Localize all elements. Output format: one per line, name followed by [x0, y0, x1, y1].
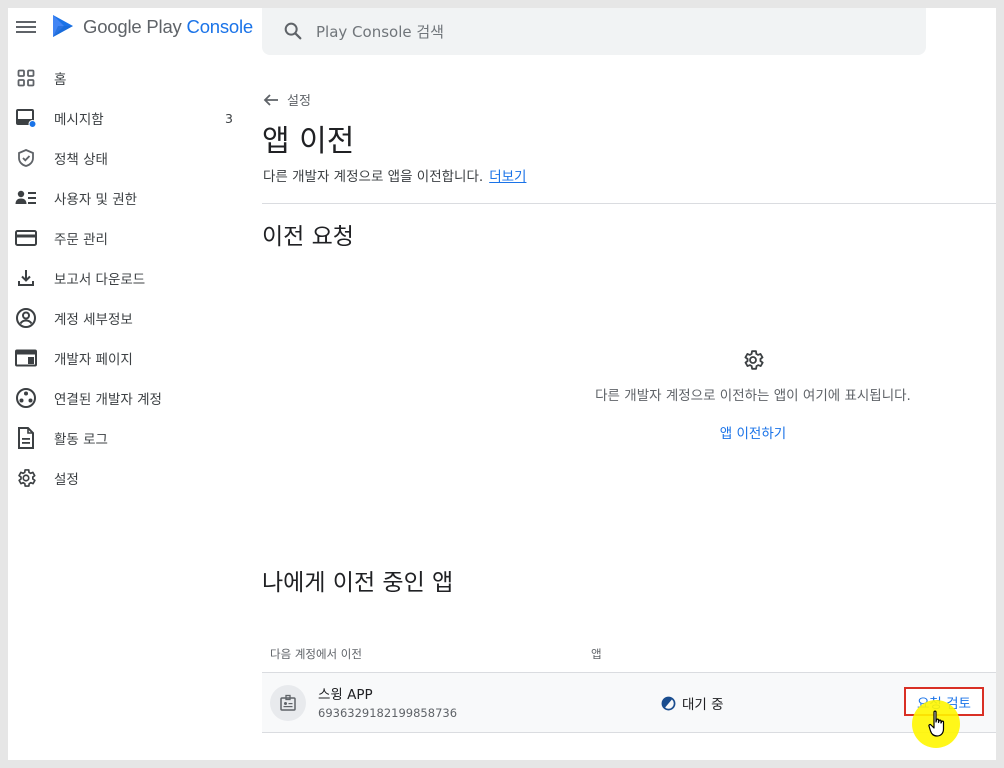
account-circle-icon [15, 307, 37, 329]
sidebar-item-home[interactable]: 홈 [8, 58, 262, 98]
transfer-app-link[interactable]: 앱 이전하기 [720, 422, 786, 442]
document-icon [15, 427, 37, 449]
menu-icon[interactable] [16, 18, 36, 36]
pending-icon [661, 696, 676, 710]
sidebar-item-label: 계정 세부정보 [54, 312, 133, 328]
sidebar-item-label: 메시지함 [54, 112, 104, 128]
back-link[interactable]: 설정 [263, 90, 311, 109]
sidebar-item-label: 설정 [54, 472, 79, 488]
gear-icon [15, 467, 37, 489]
page-description: 다른 개발자 계정으로 앱을 이전합니다. 더보기 [263, 165, 526, 185]
sidebar-item-label: 사용자 및 권한 [54, 192, 138, 208]
status-label: 대기 중 [682, 697, 724, 713]
sidebar-item-order-management[interactable]: 주문 관리 [8, 218, 262, 258]
users-icon [15, 187, 37, 209]
empty-state-text: 다른 개발자 계정으로 이전하는 앱이 여기에 표시됩니다. [595, 388, 911, 404]
credit-card-icon [15, 227, 37, 249]
sidebar-item-label: 주문 관리 [54, 232, 108, 248]
status-badge: 대기 중 [661, 693, 724, 713]
play-console-logo-icon [53, 15, 73, 37]
sidebar-item-download-reports[interactable]: 보고서 다운로드 [8, 258, 262, 298]
transfer-requests-heading: 이전 요청 [262, 224, 354, 250]
app-name: 스윙 APP [318, 687, 373, 703]
shield-check-icon [15, 147, 37, 169]
download-icon [15, 267, 37, 289]
page-description-text: 다른 개발자 계정으로 앱을 이전합니다. [263, 169, 484, 185]
learn-more-link[interactable]: 더보기 [489, 169, 526, 185]
sidebar-item-label: 개발자 페이지 [54, 352, 133, 368]
sidebar-item-label: 활동 로그 [54, 432, 108, 448]
grid-icon [15, 67, 37, 89]
sidebar-item-linked-developer-accounts[interactable]: 연결된 개발자 계정 [8, 378, 262, 418]
search-bar[interactable] [262, 8, 926, 55]
hand-pointer-icon [928, 710, 945, 737]
brand-logo: Google Play Console [83, 16, 254, 37]
incoming-transfers-heading: 나에게 이전 중인 앱 [262, 570, 454, 596]
sidebar-item-activity-log[interactable]: 활동 로그 [8, 418, 262, 458]
breadcrumb: 설정 [287, 94, 311, 109]
column-header-app: 앱 [591, 647, 602, 661]
arrow-left-icon [263, 93, 278, 106]
sidebar-item-label: 정책 상태 [54, 152, 108, 168]
app-avatar [270, 685, 306, 721]
inbox-icon [15, 107, 37, 129]
sidebar-item-policy-status[interactable]: 정책 상태 [8, 138, 262, 178]
sidebar-item-settings[interactable]: 설정 [8, 458, 262, 498]
app-id: 6936329182199858736 [318, 706, 458, 720]
column-header-source-account: 다음 계정에서 이전 [270, 647, 362, 661]
sidebar: 홈 메시지함 3 정책 상태 사용자 및 권한 주문 관리 보고서 다운로드 계… [8, 58, 262, 498]
sidebar-item-users-permissions[interactable]: 사용자 및 권한 [8, 178, 262, 218]
unread-count-badge: 3 [225, 110, 233, 126]
sidebar-item-account-details[interactable]: 계정 세부정보 [8, 298, 262, 338]
table-header: 다음 계정에서 이전 앱 [262, 633, 996, 673]
sidebar-item-developer-page[interactable]: 개발자 페이지 [8, 338, 262, 378]
id-badge-icon [280, 694, 296, 711]
sidebar-item-inbox[interactable]: 메시지함 3 [8, 98, 262, 138]
table-row[interactable]: 스윙 APP 6936329182199858736 대기 중 요청 검토 [262, 673, 996, 733]
search-input[interactable] [316, 18, 876, 46]
gear-icon [744, 350, 764, 370]
search-icon[interactable] [282, 20, 304, 42]
app-window: Google Play Console 홈 메시지함 3 정책 상 [8, 8, 996, 760]
web-page-icon [15, 347, 37, 369]
linked-accounts-icon [15, 387, 37, 409]
sidebar-item-label: 홈 [54, 72, 67, 88]
sidebar-item-label: 보고서 다운로드 [54, 272, 146, 288]
empty-state: 다른 개발자 계정으로 이전하는 앱이 여기에 표시됩니다. 앱 이전하기 [562, 348, 944, 442]
sidebar-item-label: 연결된 개발자 계정 [54, 392, 162, 408]
page-title: 앱 이전 [262, 124, 355, 159]
divider [262, 203, 996, 204]
